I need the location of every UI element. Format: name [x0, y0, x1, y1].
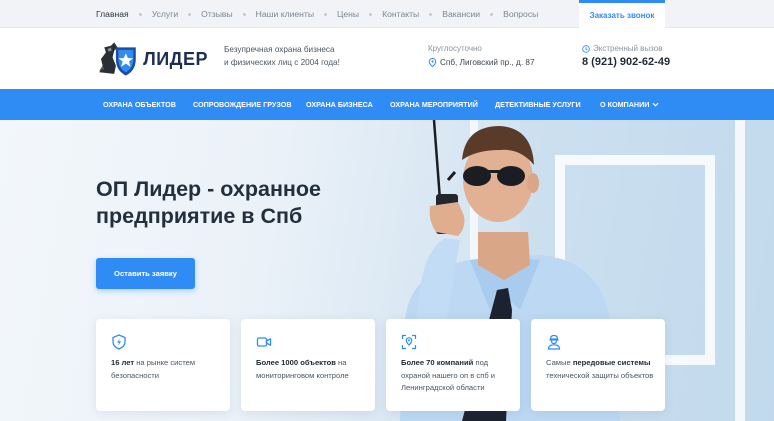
emergency-call: Экстренный вызов [582, 44, 662, 53]
hero-title-line: ОП Лидер - охранное [96, 177, 322, 201]
separator-dot [138, 12, 142, 16]
logo-text: ЛИДЕР [143, 48, 208, 69]
address-text: Спб, Лиговский пр., д. 87 [440, 58, 535, 67]
feature-highlight: Более 70 компаний [401, 358, 474, 367]
top-bar: Главная Услуги Отзывы Наши клиенты Цены … [0, 0, 774, 28]
main-nav: ОХРАНА ОБЪЕКТОВ СОПРОВОЖДЕНИЕ ГРУЗОВ ОХР… [0, 89, 774, 120]
top-nav-vacancies[interactable]: Вакансии [442, 9, 480, 19]
hero-section: ОП Лидер - охранное предприятие в Спб Ос… [0, 120, 774, 421]
chevron-down-icon [652, 102, 659, 107]
top-nav-reviews[interactable]: Отзывы [201, 9, 232, 19]
logo[interactable]: ЛИДЕР [96, 36, 208, 82]
working-hours: Круглосуточно [428, 44, 482, 53]
nav-about-company[interactable]: О КОМПАНИИ [600, 89, 659, 120]
feature-card-companies: Более 70 компаний под охраной нашего оп … [386, 319, 520, 411]
separator-dot [188, 12, 192, 16]
feature-text: 16 лет на рынке систем безопасности [111, 357, 221, 382]
tagline-line: Безупречная охрана бизнеса [224, 45, 335, 54]
nav-detective-services[interactable]: ДЕТЕКТИВНЫЕ УСЛУГИ [495, 89, 581, 120]
feature-text: Более 1000 объектов на мониторинговом ко… [256, 357, 366, 382]
security-guard-icon [547, 334, 561, 350]
feature-rest: технической защиты объектов [546, 370, 654, 380]
top-nav-contacts[interactable]: Контакты [382, 9, 419, 19]
top-nav-prices[interactable]: Цены [337, 9, 359, 19]
site-header: ЛИДЕР Безупречная охрана бизнеса и физич… [0, 28, 774, 89]
feature-highlight: 16 лет [111, 358, 135, 367]
hero-title: ОП Лидер - охранное предприятие в Спб [96, 176, 386, 230]
feature-lead: Самые [546, 358, 573, 367]
nav-about-label: О КОМПАНИИ [600, 100, 650, 109]
nav-cargo-escort[interactable]: СОПРОВОЖДЕНИЕ ГРУЗОВ [193, 89, 292, 120]
nav-event-security[interactable]: ОХРАНА МЕРОПРИЯТИЙ [390, 89, 478, 120]
feature-card-systems: Самые передовые системы технической защи… [531, 319, 665, 411]
emergency-label: Экстренный вызов [593, 44, 663, 53]
feature-text: Самые передовые системы технической защи… [546, 357, 656, 382]
separator-dot [369, 12, 373, 16]
nav-object-security[interactable]: ОХРАНА ОБЪЕКТОВ [103, 89, 176, 120]
tagline: Безупречная охрана бизнеса и физических … [224, 43, 354, 69]
phone-number[interactable]: 8 (921) 902-62-49 [582, 56, 670, 68]
video-camera-icon [256, 337, 272, 347]
nav-business-security[interactable]: ОХРАНА БИЗНЕСА [306, 89, 373, 120]
knight-shield-logo-icon [99, 42, 136, 76]
submit-request-button[interactable]: Оставить заявку [96, 258, 195, 289]
separator-dot [324, 12, 328, 16]
feature-text: Более 70 компаний под охраной нашего оп … [401, 357, 511, 395]
hero-title-line: предприятие в Спб [96, 204, 303, 228]
top-nav: Главная Услуги Отзывы Наши клиенты Цены … [96, 0, 538, 28]
feature-card-objects: Более 1000 объектов на мониторинговом ко… [241, 319, 375, 411]
feature-highlight: Более 1000 объектов [256, 358, 336, 367]
separator-dot [490, 12, 494, 16]
location-pin-icon [428, 58, 437, 67]
separator-dot [429, 12, 433, 16]
shield-lightning-icon [112, 334, 126, 350]
top-nav-home[interactable]: Главная [96, 9, 129, 19]
feature-card-experience: 16 лет на рынке систем безопасности [96, 319, 230, 411]
top-nav-questions[interactable]: Вопросы [503, 9, 538, 19]
tagline-line: и физических лиц с 2004 года! [224, 58, 340, 67]
top-nav-clients[interactable]: Наши клиенты [256, 9, 314, 19]
feature-highlight: передовые системы [572, 358, 651, 367]
clock-icon [582, 44, 590, 53]
location-frame-icon [401, 334, 417, 350]
top-nav-services[interactable]: Услуги [152, 9, 178, 19]
order-call-button[interactable]: Заказать звонок [579, 0, 665, 28]
address[interactable]: Спб, Лиговский пр., д. 87 [428, 58, 535, 67]
separator-dot [242, 12, 246, 16]
